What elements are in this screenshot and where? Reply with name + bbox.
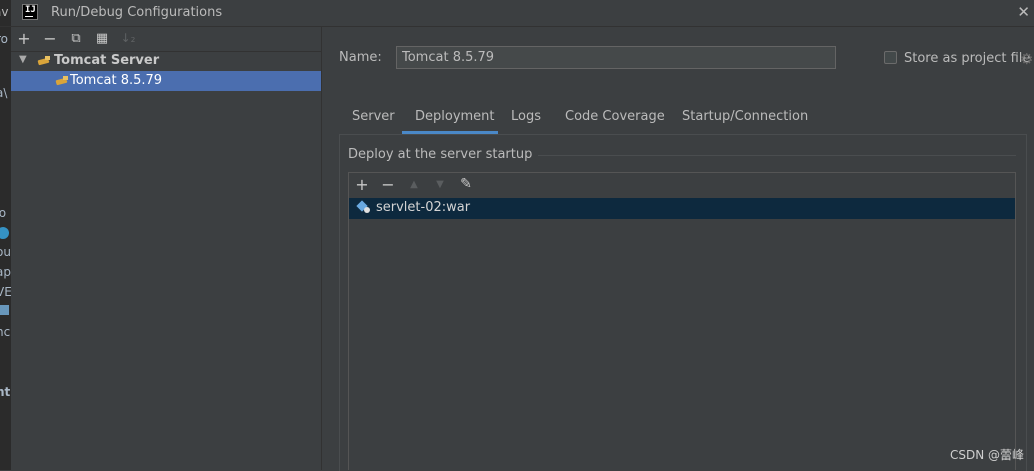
copy-configuration-button[interactable]: ⧉ [67,30,85,48]
file-icon [0,305,9,315]
section-title: Deploy at the server startup [348,147,539,162]
bg-fragment: av [0,5,9,19]
artifact-icon [357,201,371,215]
window-title: Run/Debug Configurations [51,5,223,20]
tab-deployment[interactable]: Deployment [402,109,498,134]
add-artifact-button[interactable]: + [353,176,371,194]
tomcat-icon [56,76,69,86]
move-down-button[interactable]: ▼ [431,176,449,194]
bg-fragment: nc [0,325,11,339]
tomcat-icon [38,56,51,66]
bg-fragment: ap [0,265,11,279]
circle-icon [0,227,9,239]
bg-fragment: a\ [0,86,8,100]
background-ide-strip: ro a\ ю ou ap VE nc nt [0,26,11,470]
tree-toolbar: + − ⧉ ▦ ↓₂ [11,27,321,52]
background-ide-edge: av [0,0,11,26]
tree-item-label: Tomcat 8.5.79 [70,73,163,88]
gear-icon[interactable]: ⚙ [1020,50,1033,68]
bg-fragment: ro [0,32,9,46]
deployment-list: + − ▲ ▼ ✎ servlet-02:war [348,172,1016,470]
name-label: Name: [339,50,382,65]
list-item-label: servlet-02:war [376,200,471,215]
tab-server[interactable]: Server [352,109,395,134]
config-tree-panel: + − ⧉ ▦ ↓₂ ▼ Tomcat Server Tomcat 8.5.79 [11,27,322,470]
remove-configuration-button[interactable]: − [41,30,59,48]
tree-group-label: Tomcat Server [54,53,160,68]
tab-code-coverage[interactable]: Code Coverage [565,109,665,134]
tab-logs[interactable]: Logs [511,109,541,134]
title-bar: av IJ Run/Debug Configurations ✕ [0,0,1034,27]
add-configuration-button[interactable]: + [15,30,33,48]
bg-fragment: nt [0,385,11,399]
bg-fragment: VE [0,285,11,299]
tab-startup-connection[interactable]: Startup/Connection [682,109,808,134]
chevron-down-icon[interactable]: ▼ [19,54,27,65]
list-item[interactable]: servlet-02:war [349,198,1015,219]
name-field[interactable] [396,46,836,69]
remove-artifact-button[interactable]: − [379,176,397,194]
new-folder-button[interactable]: ▦ [93,30,111,48]
close-icon[interactable]: ✕ [1017,3,1030,21]
store-as-project-file-label[interactable]: Store as project file [904,51,1030,66]
edit-artifact-button[interactable]: ✎ [457,176,475,194]
watermark: CSDN @蕾峰 [950,448,1025,462]
store-as-project-file-checkbox[interactable] [884,51,897,64]
bg-fragment: ю [0,206,7,220]
tree-group-tomcat-server[interactable]: ▼ Tomcat Server [11,51,321,71]
move-up-button[interactable]: ▲ [405,176,423,194]
bg-fragment: ou [0,245,11,259]
tree-item-tomcat-8-5-79[interactable]: Tomcat 8.5.79 [11,71,321,91]
intellij-logo-icon: IJ [22,4,38,20]
deployment-toolbar: + − ▲ ▼ ✎ [349,173,1015,197]
sort-button[interactable]: ↓₂ [119,30,137,48]
section-divider [516,155,1016,156]
